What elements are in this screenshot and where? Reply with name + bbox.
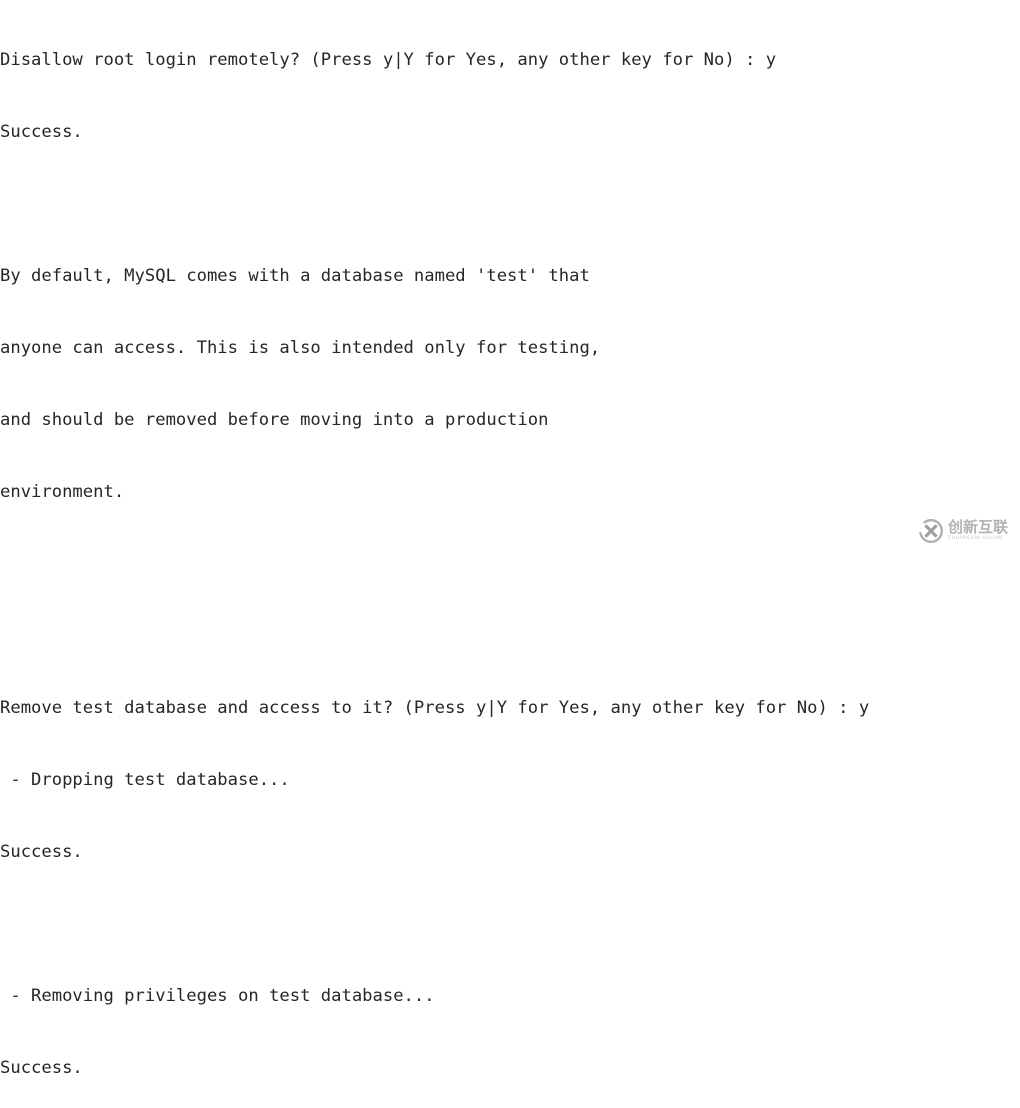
console-line: environment. [0, 482, 125, 502]
console-line: Success. [0, 1058, 83, 1078]
console-line: - Dropping test database... [0, 770, 290, 790]
console-output: Disallow root login remotely? (Press y|Y… [0, 0, 1020, 1108]
console-line: and should be removed before moving into… [0, 410, 549, 430]
console-line-blank [0, 552, 1020, 576]
console-line: Remove test database and access to it? (… [0, 698, 870, 718]
console-line: Disallow root login remotely? (Press y|Y… [0, 50, 777, 70]
console-line: Success. [0, 842, 83, 862]
console-line: Success. [0, 122, 83, 142]
console-line: anyone can access. This is also intended… [0, 338, 601, 358]
console-line-blank [0, 624, 1020, 648]
terminal-window[interactable]: Disallow root login remotely? (Press y|Y… [0, 0, 1020, 1078]
console-line-blank [0, 192, 1020, 216]
console-line: - Removing privileges on test database..… [0, 986, 435, 1006]
console-line: By default, MySQL comes with a database … [0, 266, 590, 286]
console-line-blank [0, 912, 1020, 936]
